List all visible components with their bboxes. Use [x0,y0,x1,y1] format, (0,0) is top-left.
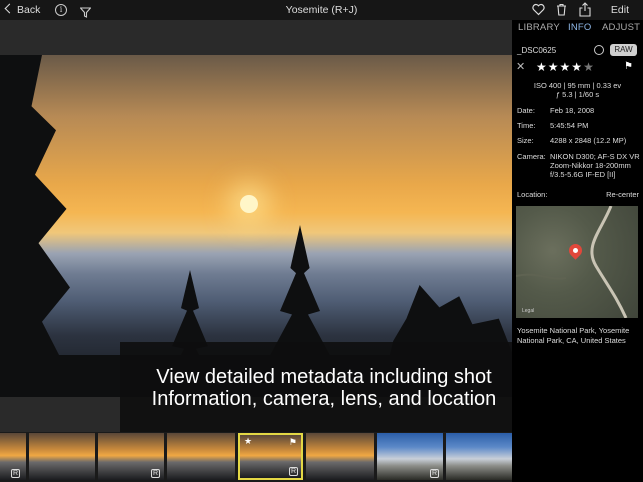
location-name: Yosemite National Park, Yosemite Nationa… [517,326,630,345]
raw-badge-icon: R [11,469,20,478]
camera-label: Camera: [517,152,546,161]
edit-button[interactable]: Edit [611,0,629,20]
photo-viewer[interactable]: View detailed metadata including shot In… [0,20,528,434]
thumbnail[interactable] [167,433,235,480]
date-label: Date: [517,106,535,115]
thumbnail[interactable]: R [377,433,443,480]
size-label: Size: [517,136,534,145]
star-icon[interactable]: ★ [536,60,548,74]
panel-tabs: LIBRARY INFO ADJUST [512,20,643,38]
caption-line-2: Information, camera, lens, and location [151,388,497,410]
share-icon[interactable] [579,2,591,17]
filmstrip[interactable]: R R ★ ⚑ R R [0,432,512,482]
info-panel: LIBRARY INFO ADJUST _DSC0625 RAW ✕ ★★★★★… [512,20,643,482]
location-map[interactable]: Legal [516,206,638,318]
trash-icon[interactable] [556,3,567,16]
raw-badge-icon: R [151,469,160,478]
raw-badge-icon: R [289,467,298,476]
location-label: Location: [517,190,548,199]
thumbnail[interactable]: R [0,433,26,480]
tab-info[interactable]: INFO [568,22,592,33]
raw-badge-icon: R [430,469,439,478]
thumbnail-selected[interactable]: ★ ⚑ R [238,433,303,480]
map-legal-link[interactable]: Legal [522,308,534,314]
file-name: _DSC0625 [517,46,557,55]
tree-silhouette-left [0,55,70,397]
star-icon: ★ [244,436,253,446]
date-value: Feb 18, 2008 [550,106,595,115]
camera-value: NIKON D300; AF-S DX VR Zoom-Nikkor 18-20… [550,152,640,179]
star-icon[interactable]: ★ [583,60,595,74]
time-label: Time: [517,121,536,130]
star-icon[interactable]: ★ [548,60,560,74]
thumbnail[interactable] [29,433,95,480]
star-icon[interactable]: ★ [560,60,572,74]
thumbnail[interactable] [446,433,512,480]
flag-icon[interactable]: ⚑ [624,61,633,72]
tab-adjust[interactable]: ADJUST [602,22,640,33]
flag-icon: ⚑ [288,437,297,447]
caption-line-1: View detailed metadata including shot [156,366,492,388]
feature-caption: View detailed metadata including shot In… [120,342,528,434]
thumbnail[interactable]: R [98,433,164,480]
heart-icon[interactable] [532,3,545,16]
star-rating[interactable]: ★★★★★ [536,60,595,74]
sun [240,195,258,213]
reject-icon[interactable]: ✕ [516,60,525,73]
album-title: Yosemite (R+J) [285,4,358,16]
exif-line-1: ISO 400 | 95 mm | 0.33 ev [533,81,622,90]
exif-line-2: ƒ 5.3 | 1/60 s [555,90,600,99]
tab-library[interactable]: LIBRARY [518,22,560,33]
thumbnail[interactable] [306,433,374,480]
raw-badge[interactable]: RAW [610,44,637,56]
top-bar: Back i Yosemite (R+J) Edit [0,0,643,20]
clock-icon[interactable] [594,45,604,55]
size-value: 4288 x 2848 (12.2 MP) [550,136,627,145]
recenter-button[interactable]: Re-center [606,190,639,199]
star-icon[interactable]: ★ [571,60,583,74]
time-value: 5:45:54 PM [550,121,589,130]
